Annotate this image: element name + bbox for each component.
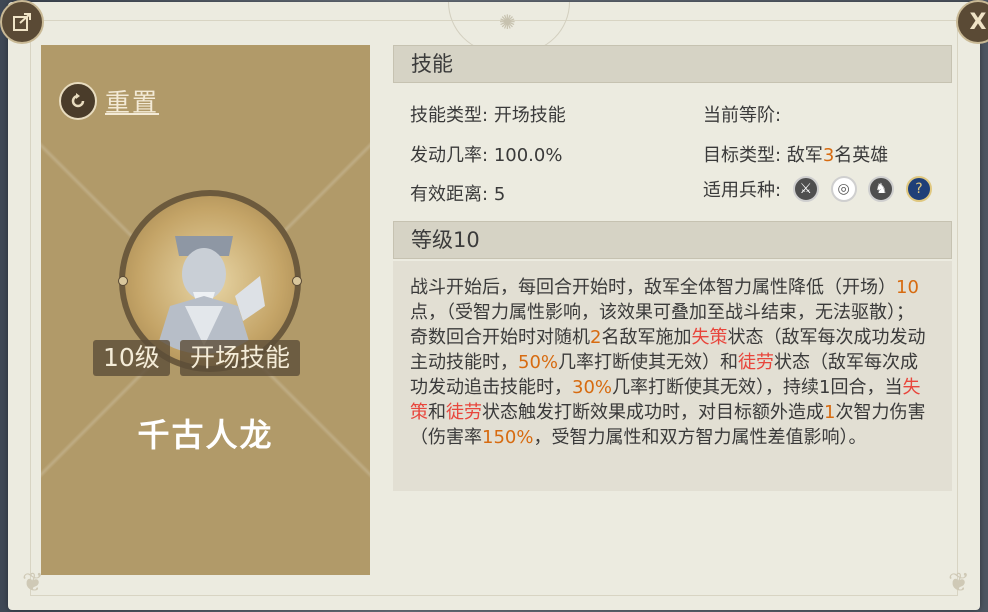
desc-text: 战斗开始后，每回合开始时，敌军全体智力属性降低（开场） bbox=[410, 277, 896, 298]
share-button[interactable] bbox=[0, 0, 44, 44]
skill-type-value: 开场技能 bbox=[493, 105, 566, 126]
desc-text: ，受智力属性和双方智力属性差值影响）。 bbox=[533, 427, 867, 448]
target-type-row: 目标类型: 敌军3名英雄 bbox=[703, 141, 888, 167]
trigger-rate-value: 100.0% bbox=[493, 145, 563, 166]
horse-icon[interactable]: ♞ bbox=[868, 176, 895, 202]
current-rank-row: 当前等阶: bbox=[703, 101, 781, 127]
desc-number: 150% bbox=[482, 427, 534, 448]
desc-number: 30% bbox=[572, 377, 613, 398]
level-section-header: 等级10 bbox=[393, 221, 952, 259]
target-type-label: 目标类型: bbox=[703, 145, 782, 166]
desc-text: 几率打断使其无效）和 bbox=[558, 352, 739, 373]
reset-button[interactable]: 重置 bbox=[59, 82, 159, 120]
range-value: 5 bbox=[493, 184, 506, 205]
skill-section-header: 技能 bbox=[393, 45, 952, 83]
reset-label[interactable]: 重置 bbox=[105, 83, 159, 119]
target-icon[interactable]: ◎ bbox=[830, 176, 857, 202]
desc-text: 名敌军施加 bbox=[601, 327, 692, 348]
current-rank-label: 当前等阶: bbox=[703, 105, 782, 126]
status-keyword: 徒劳 bbox=[738, 352, 775, 373]
skill-card: 重置 10级 开场技能 千古人龙 bbox=[41, 45, 370, 575]
status-keyword: 徒劳 bbox=[446, 402, 482, 423]
hero-figure bbox=[155, 236, 265, 354]
reset-icon bbox=[59, 82, 97, 120]
troop-types-label: 适用兵种: bbox=[703, 180, 782, 201]
desc-number: 2 bbox=[590, 327, 602, 348]
share-icon bbox=[13, 13, 31, 31]
corner-ornament-icon: ❦ bbox=[948, 568, 970, 598]
skill-description-box: 战斗开始后，每回合开始时，敌军全体智力属性降低（开场）10点，（受智力属性影响，… bbox=[393, 261, 952, 491]
sword-icon[interactable]: ⚔ bbox=[792, 176, 819, 202]
skill-description: 战斗开始后，每回合开始时，敌军全体智力属性降低（开场）10点，（受智力属性影响，… bbox=[410, 275, 930, 450]
ring-dot bbox=[292, 276, 302, 286]
desc-number: 50% bbox=[518, 352, 559, 373]
target-count: 3 bbox=[822, 145, 835, 166]
desc-text: 几率打断使其无效），持续1回合，当 bbox=[612, 377, 903, 398]
desc-text: 状态触发打断效果成功时，对目标额外造成 bbox=[482, 402, 824, 423]
status-keyword: 失策 bbox=[691, 327, 728, 348]
desc-text: 和 bbox=[428, 402, 446, 423]
range-row: 有效距离: 5 bbox=[410, 180, 505, 206]
target-type-post: 名英雄 bbox=[834, 145, 889, 166]
range-label: 有效距离: bbox=[410, 184, 489, 205]
skill-name: 千古人龙 bbox=[137, 416, 274, 454]
trigger-rate-label: 发动几率: bbox=[410, 145, 489, 166]
skill-type-label: 技能类型: bbox=[410, 105, 489, 126]
level-badge: 10级 bbox=[93, 340, 170, 376]
trigger-rate-row: 发动几率: 100.0% bbox=[410, 141, 562, 167]
question-icon[interactable]: ? bbox=[906, 176, 933, 202]
desc-number: 1 bbox=[824, 402, 836, 423]
target-type-pre: 敌军 bbox=[786, 145, 823, 166]
desc-number: 10 bbox=[896, 277, 919, 298]
troop-types-row: 适用兵种: ⚔ ◎ ♞ ? bbox=[703, 176, 938, 202]
close-icon: X bbox=[969, 9, 987, 35]
skill-type-badge: 开场技能 bbox=[180, 340, 301, 376]
compass-ornament-icon: ✺ bbox=[499, 10, 516, 34]
skill-type-row: 技能类型: 开场技能 bbox=[410, 101, 566, 127]
